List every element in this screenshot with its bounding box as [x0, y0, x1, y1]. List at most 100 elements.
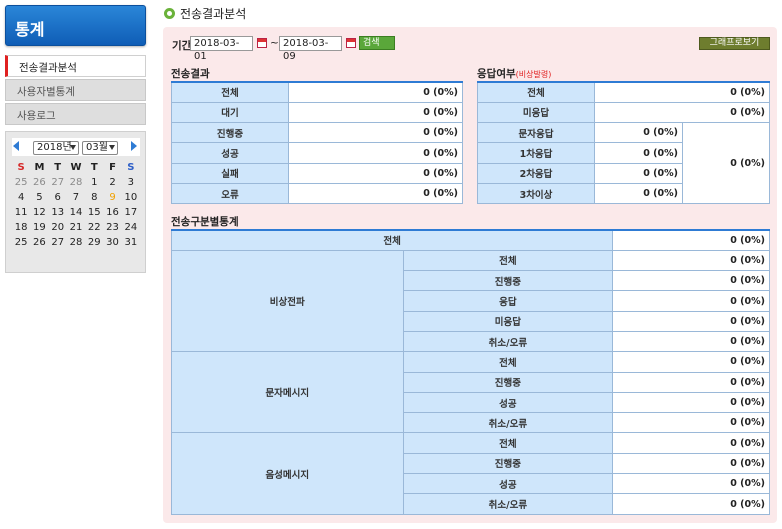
weekday-label: T	[54, 162, 62, 173]
table-row: 미응답 0 (0%)	[477, 101, 770, 124]
calendar-day[interactable]: 26	[30, 235, 48, 250]
search-button[interactable]: 검색	[359, 36, 395, 50]
table-row: 문자메시지 전체 0 (0%)	[171, 351, 770, 434]
row-value: 0 (0%)	[288, 122, 463, 144]
calendar-day[interactable]: 15	[85, 205, 103, 220]
menu-item-result-analysis[interactable]: 전송결과분석	[5, 55, 146, 77]
row-value: 0 (0%)	[612, 493, 770, 515]
calendar-day[interactable]: 27	[49, 235, 67, 250]
table-row: 전체 0 (0%)	[171, 81, 463, 103]
table-row: 문자응답 0 (0%) 0 (0%)	[477, 122, 770, 205]
calendar-day[interactable]: 28	[67, 175, 85, 190]
calendar-day[interactable]: 26	[30, 175, 48, 190]
calendar-day[interactable]: 29	[85, 235, 103, 250]
calendar-week-row: 18 19 20 21 22 23 24	[12, 220, 140, 235]
calendar-week-row: 25 26 27 28 1 2 3	[12, 175, 140, 190]
row-label: 취소/오류	[402, 493, 614, 515]
calendar-week-row: 11 12 13 14 15 16 17	[12, 205, 140, 220]
month-select[interactable]: 03월	[82, 141, 118, 155]
row-value: 0 (0%)	[288, 101, 463, 124]
calendar-day[interactable]: 9	[103, 190, 121, 205]
calendar-day[interactable]: 7	[67, 190, 85, 205]
calendar-day[interactable]: 21	[67, 220, 85, 235]
start-date-input[interactable]: 2018-03-01	[190, 36, 253, 62]
row-label: 2차응답	[477, 162, 595, 184]
table-row: 비상전파 전체 0 (0%)	[171, 249, 770, 353]
category-table: 전체 0 (0%) 비상전파 전체 0 (0%) 진행중 0 (0%) 응답 0 (0%) 미응답…	[170, 229, 770, 515]
chevron-down-icon	[70, 145, 76, 150]
calendar-day[interactable]: 31	[122, 235, 140, 250]
calendar-day[interactable]: 24	[122, 220, 140, 235]
calendar-day[interactable]: 4	[12, 190, 30, 205]
row-label: 성공	[402, 391, 614, 414]
calendar-day[interactable]: 10	[122, 190, 140, 205]
calendar-day[interactable]: 8	[85, 190, 103, 205]
row-label: 진행중	[402, 452, 614, 475]
weekday-label: W	[70, 162, 82, 173]
row-label: 대기	[171, 101, 289, 124]
stats-panel: 기간 2018-03-01 ~ 2018-03-09 검색 그래프로보기 전송결…	[163, 27, 777, 523]
calendar-day[interactable]: 25	[12, 175, 30, 190]
calendar-day[interactable]: 1	[85, 175, 103, 190]
calendar-day[interactable]: 2	[103, 175, 121, 190]
calendar-day[interactable]: 30	[103, 235, 121, 250]
menu-item-usage-log[interactable]: 사용로그	[5, 103, 146, 125]
row-label: 실패	[171, 162, 289, 184]
prev-month-icon[interactable]	[13, 141, 19, 151]
calendar-day[interactable]: 3	[122, 175, 140, 190]
row-label: 미응답	[477, 101, 595, 124]
weekday-label: M	[34, 162, 45, 173]
row-label: 진행중	[402, 371, 614, 393]
year-select-value: 2018년	[37, 142, 72, 153]
table-row: 오류 0 (0%)	[171, 182, 463, 205]
row-value: 0 (0%)	[612, 310, 770, 332]
row-value: 0 (0%)	[612, 432, 770, 454]
calendar-day[interactable]: 17	[122, 205, 140, 220]
year-select[interactable]: 2018년	[33, 141, 79, 155]
row-value: 0 (0%)	[594, 101, 770, 124]
calendar-day[interactable]: 27	[49, 175, 67, 190]
row-value: 0 (0%)	[612, 371, 770, 393]
row-value: 0 (0%)	[612, 452, 770, 475]
calendar-day[interactable]: 16	[103, 205, 121, 220]
calendar-icon[interactable]	[346, 38, 356, 48]
row-value: 0 (0%)	[612, 412, 770, 434]
result-section-title: 전송결과	[171, 68, 210, 80]
next-month-icon[interactable]	[131, 141, 137, 151]
table-row: 전체 0 (0%)	[170, 229, 770, 251]
calendar-day[interactable]: 20	[49, 220, 67, 235]
calendar-week-row: 25 26 27 28 29 30 31	[12, 235, 140, 250]
calendar-day[interactable]: 19	[30, 220, 48, 235]
calendar-day[interactable]: 22	[85, 220, 103, 235]
mini-calendar: 2018년 03월 S M T W T F S 25 26 27 28 1 2 3 4 5 6 7 8 9 10 11 12…	[5, 131, 146, 273]
row-value: 0 (0%)	[612, 249, 770, 272]
calendar-day[interactable]: 23	[103, 220, 121, 235]
row-value: 0 (0%)	[612, 473, 770, 495]
row-label: 전체	[171, 81, 289, 103]
table-row: 음성메시지 전체 0 (0%)	[171, 432, 770, 515]
response-section-title: 응답여부(비상발령)	[477, 66, 551, 81]
row-value: 0 (0%)	[288, 162, 463, 184]
month-select-value: 03월	[86, 142, 108, 153]
weekday-row: SMTWTFS	[12, 160, 140, 175]
graph-view-button[interactable]: 그래프로보기	[699, 37, 770, 50]
end-date-input[interactable]: 2018-03-09	[279, 36, 342, 62]
calendar-day[interactable]: 13	[49, 205, 67, 220]
calendar-day[interactable]: 14	[67, 205, 85, 220]
calendar-day[interactable]: 6	[49, 190, 67, 205]
calendar-day[interactable]: 12	[30, 205, 48, 220]
table-row: 성공 0 (0%)	[171, 142, 463, 164]
calendar-day[interactable]: 18	[12, 220, 30, 235]
calendar-day[interactable]: 28	[67, 235, 85, 250]
row-value: 0 (0%)	[288, 142, 463, 164]
calendar-day[interactable]: 11	[12, 205, 30, 220]
calendar-day[interactable]: 25	[12, 235, 30, 250]
row-label: 취소/오류	[402, 330, 614, 353]
table-row: 대기 0 (0%)	[171, 101, 463, 124]
menu-item-user-stats[interactable]: 사용자별통계	[5, 79, 146, 101]
row-label: 3차이상	[477, 182, 595, 205]
chevron-down-icon	[109, 145, 115, 150]
row-label: 성공	[171, 142, 289, 164]
calendar-day[interactable]: 5	[30, 190, 48, 205]
calendar-icon[interactable]	[257, 38, 267, 48]
